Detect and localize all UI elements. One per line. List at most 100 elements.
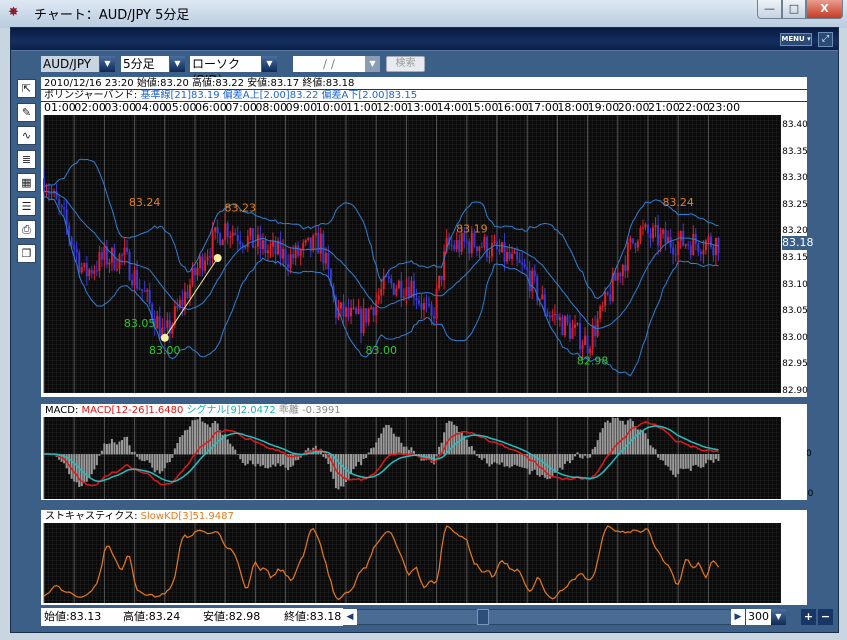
- candle-body: [121, 254, 124, 256]
- period-close: 終値:83.18: [284, 610, 342, 623]
- candle-body: [553, 313, 556, 316]
- candle-body: [639, 228, 642, 242]
- candle-body: [662, 229, 665, 234]
- histogram-bar: [158, 454, 161, 474]
- histogram-bar: [148, 454, 151, 463]
- histogram-bar: [438, 446, 441, 455]
- histogram-bar: [387, 425, 390, 455]
- scroll-left-icon[interactable]: ◀: [343, 609, 357, 625]
- histogram-bar: [652, 447, 655, 455]
- histogram-bar: [616, 417, 619, 455]
- candle-body: [292, 254, 295, 259]
- scroll-right-icon[interactable]: ▶: [731, 609, 745, 625]
- candle-body: [312, 235, 315, 251]
- candle-body: [136, 270, 139, 289]
- candle-body: [196, 268, 199, 276]
- price-annotation: 83.05: [124, 317, 156, 330]
- zoom-in-button[interactable]: +: [801, 609, 816, 625]
- histogram-bar: [254, 454, 257, 467]
- candle-body: [584, 335, 587, 346]
- histogram-bar: [644, 433, 647, 455]
- histogram-bar: [342, 454, 345, 487]
- bar-count-select[interactable]: 300: [746, 609, 771, 625]
- zoom-out-button[interactable]: −: [818, 609, 833, 625]
- candle-body: [73, 245, 76, 250]
- candle-body: [83, 263, 86, 268]
- candle-body: [209, 256, 212, 258]
- candle-body: [566, 316, 569, 323]
- histogram-bar: [458, 431, 461, 455]
- candle-body: [299, 250, 302, 256]
- candle-body: [226, 223, 229, 238]
- candle-body: [345, 307, 347, 317]
- histogram-bar: [229, 443, 232, 455]
- candle-body: [702, 250, 705, 255]
- candle-body: [199, 256, 202, 269]
- candle-body: [548, 316, 551, 318]
- histogram-bar: [478, 454, 481, 459]
- candle-body: [204, 260, 207, 271]
- histogram-bar: [566, 454, 569, 462]
- histogram-bar: [682, 454, 685, 470]
- candle-body: [80, 267, 83, 273]
- histogram-bar: [599, 432, 602, 455]
- histogram-bar: [455, 426, 458, 455]
- histogram-bar: [234, 449, 237, 455]
- histogram-bar: [90, 454, 93, 475]
- histogram-bar: [561, 454, 564, 470]
- histogram-bar: [402, 446, 405, 455]
- candle-body: [508, 252, 511, 260]
- candle-body: [506, 252, 509, 262]
- trendline-handle[interactable]: [213, 254, 222, 262]
- scroll-thumb[interactable]: [477, 609, 489, 625]
- histogram-bar: [672, 454, 675, 475]
- histogram-bar: [624, 424, 627, 455]
- histogram-bar: [108, 443, 111, 455]
- candle-body: [261, 240, 264, 250]
- histogram-bar: [551, 454, 554, 477]
- candle-body: [478, 246, 481, 252]
- histogram-bar: [664, 454, 667, 466]
- price-annotation: 83.24: [129, 196, 161, 209]
- horizontal-scrollbar[interactable]: [343, 609, 746, 625]
- chevron-down-icon[interactable]: ▼: [771, 609, 786, 625]
- histogram-bar: [654, 449, 657, 455]
- histogram-bar: [98, 454, 101, 456]
- candle-body: [249, 228, 252, 236]
- candle-body: [581, 345, 584, 350]
- candle-body: [133, 270, 136, 286]
- candle-body: [470, 232, 473, 254]
- candle-body: [206, 256, 209, 261]
- histogram-bar: [244, 454, 247, 466]
- histogram-bar: [141, 454, 144, 461]
- candle-body: [423, 303, 426, 310]
- candle-body: [604, 292, 607, 306]
- histogram-bar: [697, 454, 700, 467]
- histogram-bar: [538, 454, 541, 477]
- histogram-bar: [591, 449, 594, 455]
- histogram-bar: [259, 454, 262, 467]
- trendline-handle[interactable]: [160, 333, 169, 342]
- candle-body: [251, 228, 254, 248]
- candle-body: [435, 288, 438, 319]
- histogram-bar: [73, 454, 76, 482]
- histogram-bar: [350, 454, 353, 475]
- period-high: 高値:83.24: [123, 610, 181, 623]
- price-annotation: 82.98: [577, 354, 609, 367]
- histogram-bar: [186, 429, 189, 455]
- histogram-bar: [506, 454, 509, 467]
- histogram-bar: [596, 440, 599, 455]
- candle-body: [707, 236, 710, 241]
- histogram-bar: [395, 436, 398, 455]
- candle-body: [621, 265, 624, 277]
- candle-body: [518, 259, 521, 263]
- histogram-bar: [88, 454, 91, 478]
- histogram-bar: [674, 454, 677, 478]
- histogram-bar: [239, 454, 242, 460]
- histogram-bar: [594, 446, 597, 455]
- histogram-bar: [206, 424, 209, 455]
- chart-canvas[interactable]: 83.24 83.05 83.00 83.23 83.19 83.00 82.98 83.24: [0, 0, 847, 640]
- histogram-bar: [488, 454, 491, 467]
- histogram-bar: [83, 454, 86, 483]
- candle-body: [541, 294, 544, 300]
